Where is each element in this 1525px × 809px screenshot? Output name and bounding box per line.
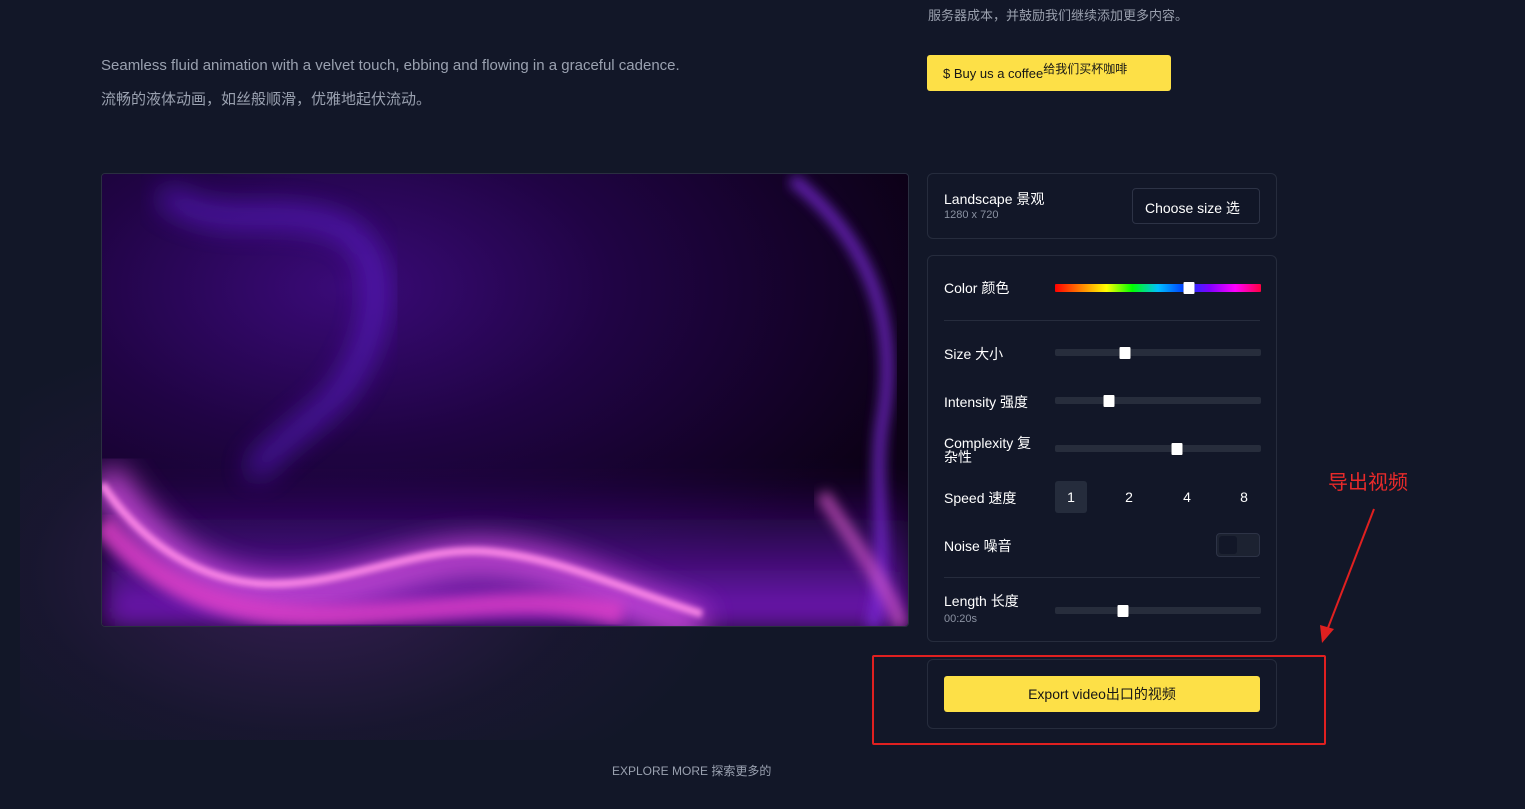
noise-label: Noise 噪音 [944, 538, 1012, 554]
complexity-slider-thumb[interactable] [1171, 442, 1183, 455]
intensity-slider-thumb[interactable] [1103, 394, 1115, 407]
intensity-slider[interactable] [1055, 394, 1261, 407]
explore-more-link[interactable]: EXPLORE MORE 探索更多的 [612, 762, 771, 779]
description-english: Seamless fluid animation with a velvet t… [101, 57, 680, 74]
complexity-label-line1: Complexity 复 [944, 435, 1032, 451]
color-hue-slider[interactable] [1055, 282, 1261, 294]
size-label: Size 大小 [944, 346, 1004, 362]
annotation-arrow-icon [1320, 508, 1375, 643]
resolution-text: 1280 x 720 [944, 209, 999, 221]
size-title: Landscape 景观 [944, 191, 1045, 207]
fluid-animation-preview[interactable] [101, 173, 909, 627]
length-value: 00:20s [944, 613, 978, 625]
length-label: Length 长度 [944, 593, 1019, 609]
noise-toggle-knob [1219, 536, 1237, 554]
color-label: Color 颜色 [944, 280, 1010, 296]
complexity-label-line2: 杂性 [944, 449, 972, 465]
speed-option-2[interactable]: 2 [1113, 481, 1145, 513]
noise-toggle[interactable] [1216, 533, 1260, 557]
buy-coffee-button[interactable]: $ Buy us a coffee 给我们买杯咖啡 [927, 55, 1171, 91]
fluid-animation-canvas [102, 174, 908, 626]
complexity-slider[interactable] [1055, 442, 1261, 455]
speed-option-8[interactable]: 8 [1228, 481, 1260, 513]
annotation-highlight-box [872, 655, 1326, 745]
length-slider[interactable] [1055, 604, 1261, 617]
controls-panel: Color 颜色 Size 大小 Intensity 强度 Complexity… [927, 255, 1277, 642]
buy-coffee-label-zh: 给我们买杯咖啡 [1043, 61, 1128, 76]
divider [944, 577, 1260, 578]
size-slider-thumb[interactable] [1119, 346, 1131, 359]
divider [944, 320, 1260, 321]
intensity-label: Intensity 强度 [944, 394, 1029, 410]
speed-option-4[interactable]: 4 [1171, 481, 1203, 513]
size-panel: Landscape 景观 1280 x 720 Choose size 选 [927, 173, 1277, 239]
description-chinese: 流畅的液体动画，如丝般顺滑，优雅地起伏流动。 [101, 91, 432, 108]
speed-label: Speed 速度 [944, 490, 1017, 506]
speed-option-1[interactable]: 1 [1055, 481, 1087, 513]
color-slider-thumb[interactable] [1183, 282, 1195, 294]
top-note: 服务器成本，并鼓励我们继续添加更多内容。 [928, 8, 1189, 23]
length-slider-thumb[interactable] [1117, 604, 1129, 617]
buy-coffee-label: $ Buy us a coffee [943, 65, 1044, 81]
annotation-text: 导出视频 [1328, 472, 1408, 494]
size-slider[interactable] [1055, 346, 1261, 359]
choose-size-select[interactable]: Choose size 选 [1132, 188, 1260, 224]
page: 服务器成本，并鼓励我们继续添加更多内容。 Seamless fluid anim… [0, 0, 1525, 809]
